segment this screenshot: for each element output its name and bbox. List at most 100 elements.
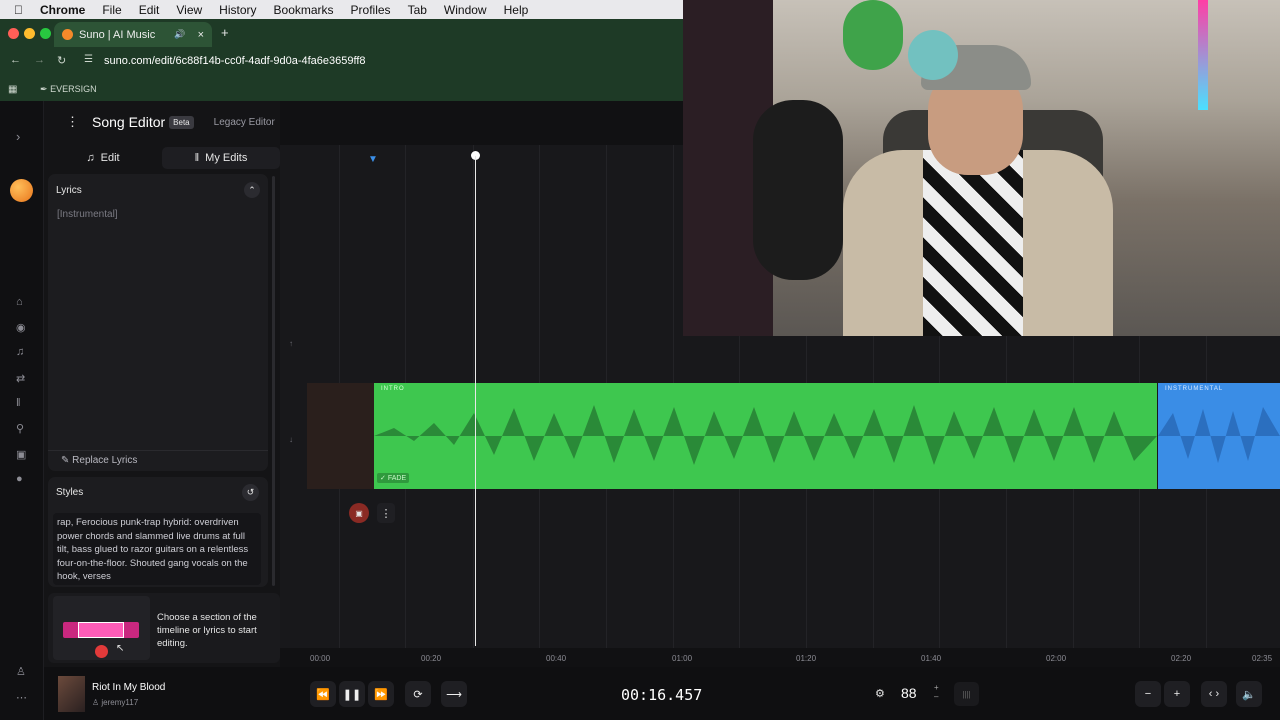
audio-icon[interactable]: 🔊 xyxy=(174,29,185,40)
menu-tab[interactable]: Tab xyxy=(408,3,427,17)
ruler-tick: 01:00 xyxy=(672,654,693,663)
library-icon[interactable]: ‖ xyxy=(16,397,21,409)
notification-icon[interactable]: ● xyxy=(16,473,23,485)
bookmark-eversign[interactable]: ✒ EVERSIGN xyxy=(40,84,97,95)
song-title[interactable]: Riot In My Blood xyxy=(92,682,165,693)
ruler-tick: 01:20 xyxy=(796,654,817,663)
close-tab-icon[interactable]: × xyxy=(198,29,204,41)
up-arrow-icon[interactable]: ↑ xyxy=(289,339,293,348)
styles-card: Styles ↺ rap, Ferocious punk-trap hybrid… xyxy=(48,477,268,587)
cover-art[interactable] xyxy=(58,676,85,712)
split-icon: ⟶ xyxy=(446,688,462,701)
library-icon: ‖ xyxy=(194,152,200,164)
cursor-icon: ↖ xyxy=(116,643,125,654)
inbox-icon[interactable]: ▣ xyxy=(16,448,26,461)
neon-light xyxy=(1198,0,1208,110)
empty-section[interactable] xyxy=(307,383,374,489)
menu-history[interactable]: History xyxy=(219,3,256,17)
ruler-tick: 02:00 xyxy=(1046,654,1067,663)
new-tab-icon[interactable]: + xyxy=(221,25,229,40)
minimize-window-icon[interactable] xyxy=(24,28,35,39)
explore-icon[interactable]: ◉ xyxy=(16,321,26,334)
apple-icon[interactable]:  xyxy=(14,3,23,17)
hint-illustration: ↖ xyxy=(53,596,150,660)
apps-icon[interactable]: ▦ xyxy=(8,84,17,95)
fade-badge[interactable]: ✓ FADE xyxy=(377,473,410,483)
menu-bookmarks[interactable]: Bookmarks xyxy=(274,3,334,17)
search-icon[interactable]: ⚲ xyxy=(16,422,24,435)
tab-my-edits-label: My Edits xyxy=(205,152,248,164)
waveform-toggle[interactable]: |||| xyxy=(954,682,979,706)
browser-tab[interactable]: Suno | AI Music 🔊 × xyxy=(54,22,212,47)
menu-file[interactable]: File xyxy=(102,3,121,17)
lyrics-text[interactable]: [Instrumental] xyxy=(57,209,118,220)
site-settings-icon[interactable]: ☰ xyxy=(84,54,93,65)
create-icon[interactable]: ♫ xyxy=(16,346,24,358)
track-section-instrumental[interactable]: INSTRUMENTAL xyxy=(1158,383,1280,489)
metronome-icon[interactable]: ⚙ xyxy=(875,687,885,700)
forward-icon[interactable]: → xyxy=(34,54,45,66)
menu-app[interactable]: Chrome xyxy=(40,3,85,17)
record-icon: ▣ xyxy=(355,508,363,518)
tab-my-edits[interactable]: ‖ My Edits xyxy=(162,147,280,169)
bpm-stepper[interactable]: + – xyxy=(934,683,939,701)
loop-button[interactable]: ⟳ xyxy=(405,681,431,707)
profile-icon[interactable]: ♙ xyxy=(16,665,26,678)
edit-panel: ⋮ Song Editor Beta Legacy Editor ♫ Edit ‖… xyxy=(44,101,280,720)
url-bar[interactable]: suno.com/edit/6c88f14b-cc0f-4adf-9d0a-4f… xyxy=(104,55,366,67)
maximize-window-icon[interactable] xyxy=(40,28,51,39)
track-menu-button[interactable]: ⋮ xyxy=(377,503,395,523)
back-icon[interactable]: ← xyxy=(10,54,21,66)
forward-button[interactable]: ⏩ xyxy=(368,681,394,707)
menu-view[interactable]: View xyxy=(176,3,202,17)
zoom-in-button[interactable]: + xyxy=(1164,681,1190,707)
replace-lyrics-button[interactable]: ✎ Replace Lyrics xyxy=(61,455,137,466)
plus-icon: + xyxy=(1173,688,1181,700)
more-vertical-icon: ⋮ xyxy=(380,507,392,520)
webcam-overlay xyxy=(683,0,1280,336)
tab-edit[interactable]: ♫ Edit xyxy=(44,147,162,169)
tab-title: Suno | AI Music xyxy=(79,28,156,41)
collapse-icon[interactable]: ⌃ xyxy=(244,182,260,198)
reload-icon[interactable]: ↻ xyxy=(57,54,66,67)
hint-card: ↖ Choose a section of the timeline or ly… xyxy=(48,593,280,663)
undo-icon[interactable]: ↺ xyxy=(242,484,259,501)
rewind-button[interactable]: ⏪ xyxy=(310,681,336,707)
plush-toy xyxy=(843,0,903,70)
legacy-editor-link[interactable]: Legacy Editor xyxy=(214,117,275,128)
home-icon[interactable]: ⌂ xyxy=(16,296,23,308)
menu-profiles[interactable]: Profiles xyxy=(351,3,391,17)
down-arrow-icon[interactable]: ↓ xyxy=(289,435,293,444)
record-button[interactable]: ▣ xyxy=(349,503,369,523)
beta-badge: Beta xyxy=(169,115,194,129)
volume-button[interactable]: 🔈 xyxy=(1236,681,1262,707)
code-icon: ‹ › xyxy=(1208,688,1220,700)
waveform xyxy=(374,405,1157,465)
track-section-intro[interactable]: INTRO ✓ FADE xyxy=(374,383,1157,489)
suno-logo[interactable] xyxy=(10,179,33,202)
transport-bar: Riot In My Blood ♙ jeremy117 ⏪ ❚❚ ⏩ ⟳ ⟶ … xyxy=(44,667,1280,720)
chevron-right-icon[interactable]: › xyxy=(16,129,20,144)
playhead[interactable] xyxy=(475,156,476,646)
bpm-value[interactable]: 88 xyxy=(901,685,917,701)
music-note-icon: ♫ xyxy=(86,152,95,164)
zoom-out-button[interactable]: − xyxy=(1135,681,1161,707)
styles-textarea[interactable]: rap, Ferocious punk-trap hybrid: overdri… xyxy=(53,513,261,585)
more-vertical-icon[interactable]: ⋮ xyxy=(66,114,79,130)
menu-window[interactable]: Window xyxy=(444,3,487,17)
menu-help[interactable]: Help xyxy=(504,3,529,17)
split-button[interactable]: ⟶ xyxy=(441,681,467,707)
menu-edit[interactable]: Edit xyxy=(139,3,160,17)
more-icon[interactable]: ⋯ xyxy=(16,691,27,704)
studio-icon[interactable]: ⇄ xyxy=(16,372,25,385)
pause-button[interactable]: ❚❚ xyxy=(339,681,365,707)
browser-chrome: Suno | AI Music 🔊 × + ← → ↻ ☰ suno.com/e… xyxy=(0,19,683,101)
close-window-icon[interactable] xyxy=(8,28,19,39)
marker-icon[interactable]: ▼ xyxy=(368,154,378,165)
artist-name[interactable]: ♙ jeremy117 xyxy=(92,698,138,707)
time-ruler[interactable]: 00:00 00:20 00:40 01:00 01:20 01:40 02:0… xyxy=(306,647,1280,667)
fit-button[interactable]: ‹ › xyxy=(1201,681,1227,707)
loop-icon: ⟳ xyxy=(413,688,423,701)
scrollbar[interactable] xyxy=(272,176,275,586)
ruler-tick: 00:00 xyxy=(310,654,331,663)
